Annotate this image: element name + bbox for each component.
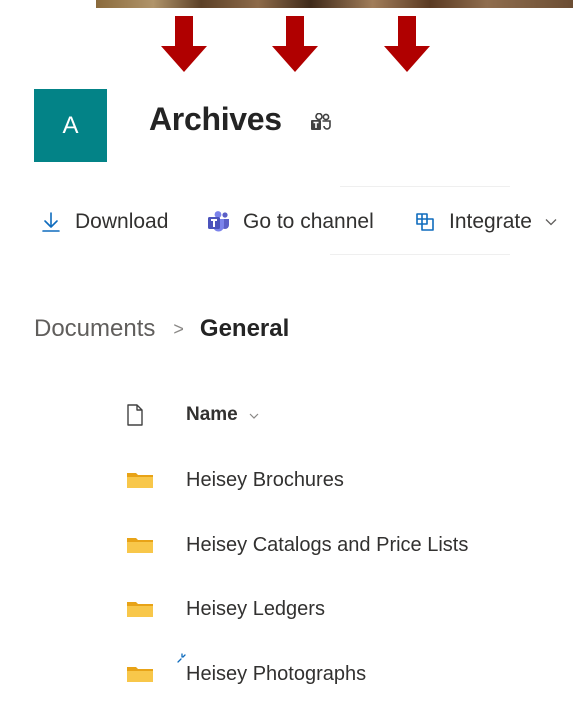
list-item-label[interactable]: Heisey Brochures xyxy=(186,469,344,492)
list-item-label[interactable]: Heisey Ledgers xyxy=(186,598,325,621)
list-item[interactable]: Heisey Photographs xyxy=(126,654,566,694)
arrow-down-icon xyxy=(161,16,207,72)
site-title[interactable]: Archives xyxy=(149,101,282,138)
breadcrumb-separator: > xyxy=(173,318,184,339)
integrate-menu-button[interactable]: Integrate xyxy=(413,205,558,239)
go-to-channel-button[interactable]: Go to channel xyxy=(207,205,374,239)
new-item-sparkle-icon xyxy=(176,651,188,663)
list-item-label[interactable]: Heisey Catalogs and Price Lists xyxy=(186,534,468,557)
banner-photo xyxy=(96,0,573,8)
list-item[interactable]: Heisey Ledgers xyxy=(126,589,566,629)
command-bar-divider xyxy=(330,254,510,255)
chevron-down-icon xyxy=(544,215,558,229)
go-to-channel-label: Go to channel xyxy=(243,210,374,233)
breadcrumb-root[interactable]: Documents xyxy=(34,315,155,343)
breadcrumb-current: General xyxy=(199,315,290,342)
list-item[interactable]: Heisey Brochures xyxy=(126,460,566,500)
file-type-icon[interactable] xyxy=(126,404,144,426)
folder-icon xyxy=(126,598,154,620)
integrate-icon xyxy=(413,210,437,234)
site-logo[interactable]: A xyxy=(34,89,107,162)
folder-icon xyxy=(126,534,154,556)
list-item-label[interactable]: Heisey Photographs xyxy=(186,663,366,686)
teams-icon xyxy=(207,210,231,234)
integrate-label: Integrate xyxy=(449,210,532,233)
arrow-down-icon xyxy=(272,16,318,72)
chevron-down-icon[interactable] xyxy=(248,409,260,421)
arrow-down-icon xyxy=(384,16,430,72)
teams-icon[interactable] xyxy=(310,112,332,133)
sharepoint-page: A Archives Download Go to channel Integr… xyxy=(0,0,573,708)
header-divider xyxy=(340,186,510,187)
download-label: Download xyxy=(75,210,169,233)
breadcrumb: Documents > General xyxy=(34,311,289,347)
folder-icon xyxy=(126,663,154,685)
list-item[interactable]: Heisey Catalogs and Price Lists xyxy=(126,525,566,565)
download-icon xyxy=(39,210,63,234)
site-logo-letter: A xyxy=(62,111,79,139)
folder-icon xyxy=(126,469,154,491)
download-button[interactable]: Download xyxy=(39,205,168,239)
name-column-header[interactable]: Name xyxy=(186,404,238,426)
file-list-header: Name xyxy=(126,398,566,432)
